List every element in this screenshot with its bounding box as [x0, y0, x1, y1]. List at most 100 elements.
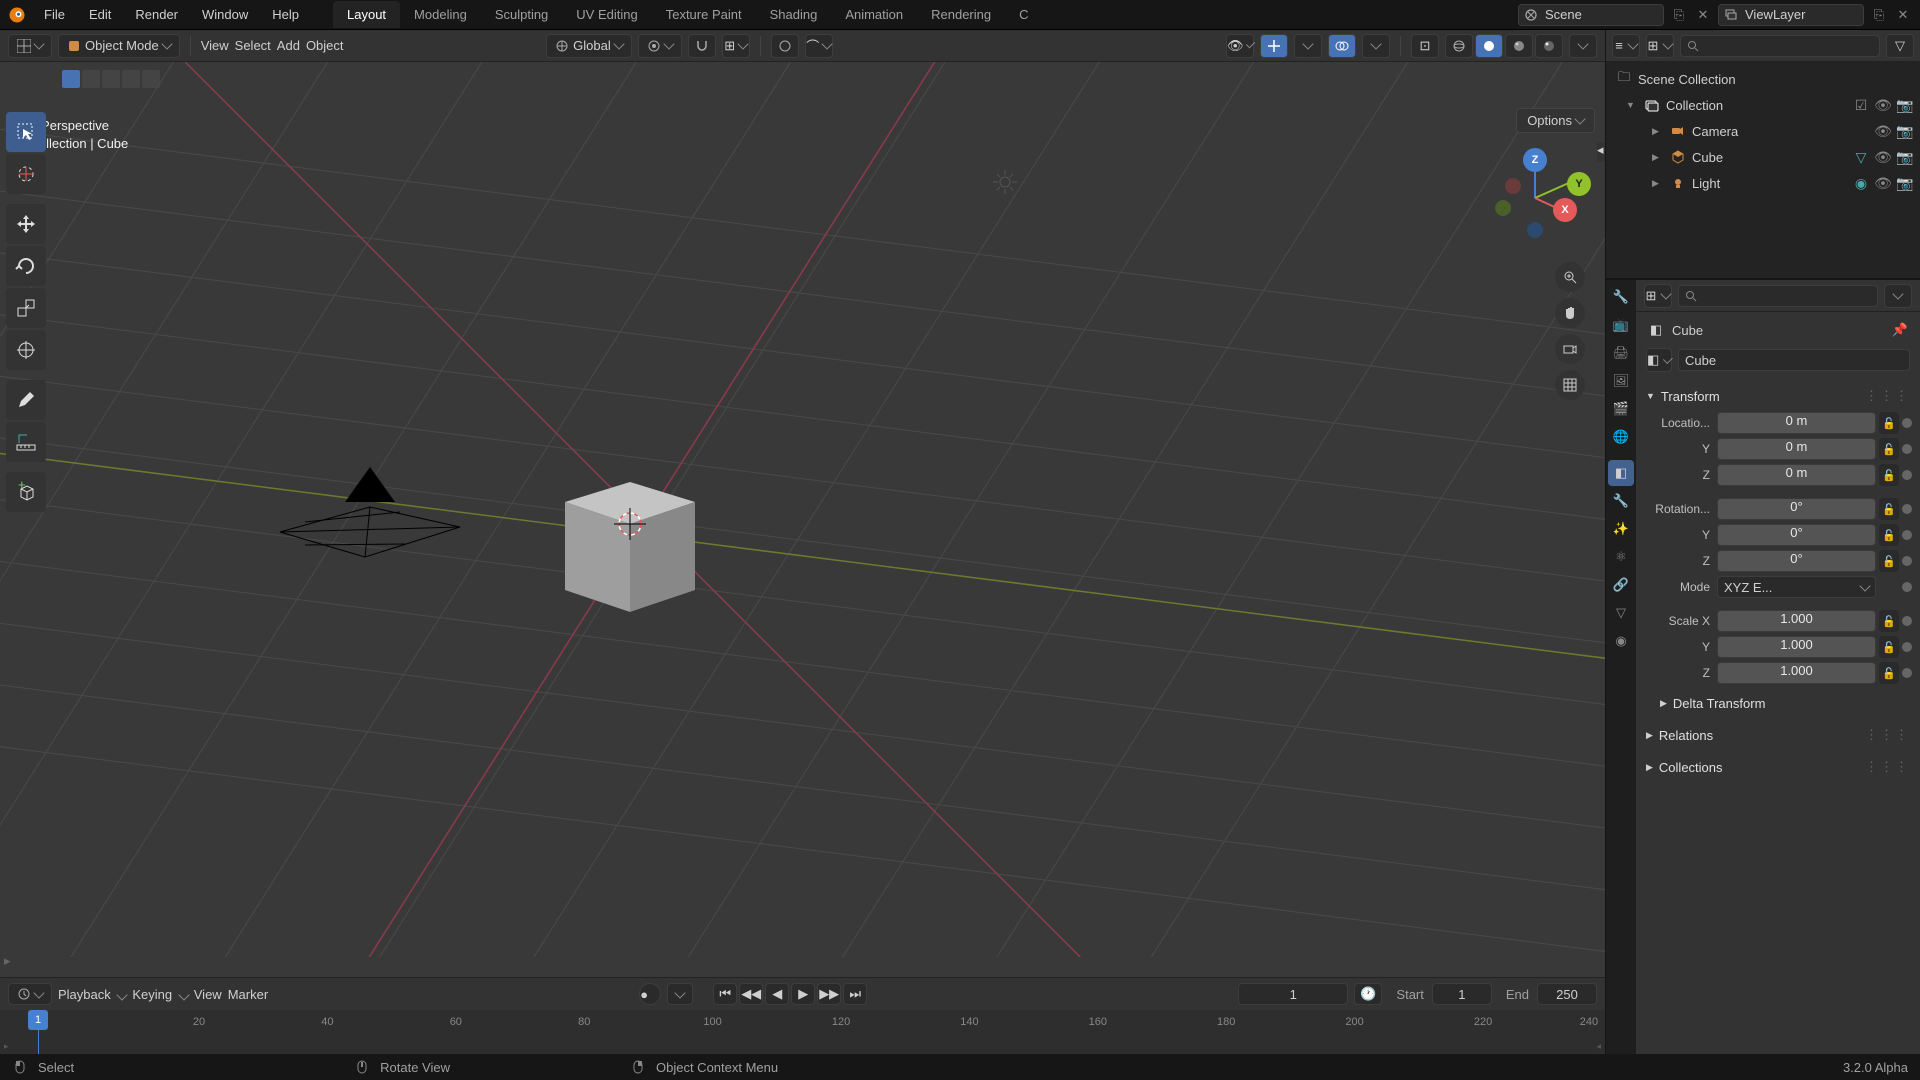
- viewport-select-menu[interactable]: Select: [235, 38, 271, 53]
- tab-sculpting[interactable]: Sculpting: [481, 1, 562, 28]
- lock-z[interactable]: 🔓: [1879, 464, 1899, 486]
- tab-uv-editing[interactable]: UV Editing: [562, 1, 651, 28]
- tab-data[interactable]: ▽: [1608, 600, 1634, 626]
- location-y-input[interactable]: 0 m: [1717, 438, 1876, 460]
- menu-edit[interactable]: Edit: [79, 3, 121, 26]
- ruler-handle-right[interactable]: ◂: [1596, 1041, 1601, 1052]
- tab-world[interactable]: 🌐: [1608, 424, 1634, 450]
- timeline-ruler[interactable]: 1 20 40 60 80 100 120 140 160 180 200 22…: [0, 1010, 1605, 1054]
- tool-scale[interactable]: [6, 288, 46, 328]
- overlays-dropdown[interactable]: [1362, 34, 1390, 58]
- rotation-mode-select[interactable]: XYZ E...: [1717, 576, 1876, 598]
- location-x-input[interactable]: 0 m: [1717, 412, 1876, 434]
- proportional-falloff[interactable]: ⌒: [805, 34, 833, 58]
- jump-end[interactable]: ⏭: [843, 983, 867, 1005]
- render-icon[interactable]: 📷: [1896, 174, 1914, 192]
- scale-z-input[interactable]: 1.000: [1717, 662, 1876, 684]
- scene-new-button[interactable]: ⎘: [1670, 6, 1688, 24]
- tab-scene[interactable]: 🎬: [1608, 396, 1634, 422]
- timeline-playback-menu[interactable]: Playback: [58, 987, 126, 1002]
- tool-transform[interactable]: [6, 330, 46, 370]
- viewlayer-delete-button[interactable]: ✕: [1894, 6, 1912, 24]
- timeline-view-menu[interactable]: View: [194, 987, 222, 1002]
- anim-sx[interactable]: [1902, 616, 1912, 626]
- visibility-button[interactable]: 👁: [1226, 34, 1254, 58]
- lock-sz[interactable]: 🔓: [1879, 662, 1899, 684]
- end-frame-input[interactable]: [1537, 983, 1597, 1005]
- menu-help[interactable]: Help: [262, 3, 309, 26]
- viewport-object-menu[interactable]: Object: [306, 38, 344, 53]
- outliner-type[interactable]: ≡: [1612, 34, 1640, 58]
- properties-options[interactable]: [1884, 284, 1912, 308]
- viewport-add-menu[interactable]: Add: [277, 38, 300, 53]
- eye-icon[interactable]: 👁: [1874, 122, 1892, 140]
- tool-rotate[interactable]: [6, 246, 46, 286]
- overlays-toggle[interactable]: [1328, 34, 1356, 58]
- lock-rx[interactable]: 🔓: [1879, 498, 1899, 520]
- tool-move[interactable]: [6, 204, 46, 244]
- snap-toggle[interactable]: [688, 34, 716, 58]
- shading-dropdown[interactable]: [1569, 34, 1597, 58]
- cube-row[interactable]: ▶ Cube ▽👁📷: [1606, 144, 1920, 170]
- anim-sz[interactable]: [1902, 668, 1912, 678]
- transform-header[interactable]: ▼Transform⋮⋮⋮: [1644, 382, 1912, 410]
- next-keyframe[interactable]: ▶▶: [817, 983, 841, 1005]
- render-icon[interactable]: 📷: [1896, 122, 1914, 140]
- eye-icon[interactable]: 👁: [1874, 174, 1892, 192]
- tab-animation[interactable]: Animation: [831, 1, 917, 28]
- tool-select[interactable]: [6, 112, 46, 152]
- lock-x[interactable]: 🔓: [1879, 412, 1899, 434]
- tab-constraints[interactable]: 🔗: [1608, 572, 1634, 598]
- checkbox-icon[interactable]: ☑: [1852, 96, 1870, 114]
- ruler-handle-left[interactable]: ▸: [4, 1041, 9, 1052]
- timeline-keying-menu[interactable]: Keying: [132, 987, 187, 1002]
- rotation-x-input[interactable]: 0°: [1717, 498, 1876, 520]
- current-frame-input[interactable]: [1238, 983, 1348, 1005]
- auto-keying-dd[interactable]: [667, 983, 693, 1005]
- pivot-select[interactable]: [638, 34, 682, 58]
- menu-render[interactable]: Render: [125, 3, 188, 26]
- play[interactable]: ▶: [791, 983, 815, 1005]
- snap-target[interactable]: ⊞: [722, 34, 750, 58]
- lock-sy[interactable]: 🔓: [1879, 636, 1899, 658]
- viewport-view-menu[interactable]: View: [201, 38, 229, 53]
- object-name-input[interactable]: [1678, 349, 1910, 371]
- anim-sy[interactable]: [1902, 642, 1912, 652]
- tool-annotate[interactable]: [6, 380, 46, 420]
- scene-input[interactable]: [1539, 7, 1659, 22]
- timeline-editor-type[interactable]: [8, 983, 52, 1005]
- light-data-icon[interactable]: ◉: [1852, 174, 1870, 192]
- location-z-input[interactable]: 0 m: [1717, 464, 1876, 486]
- outliner-filter[interactable]: ▽: [1886, 34, 1914, 58]
- shading-solid[interactable]: [1475, 34, 1503, 58]
- tree-arrow-icon[interactable]: ▼: [1626, 100, 1638, 110]
- tab-layout[interactable]: Layout: [333, 1, 400, 28]
- tab-modifiers[interactable]: 🔧: [1608, 488, 1634, 514]
- jump-start[interactable]: ⏮: [713, 983, 737, 1005]
- outliner-search[interactable]: [1680, 35, 1880, 57]
- cube-object[interactable]: [530, 442, 710, 622]
- tab-object[interactable]: ◧: [1608, 460, 1634, 486]
- mode-select[interactable]: Object Mode: [58, 34, 180, 58]
- eye-icon[interactable]: 👁: [1874, 96, 1892, 114]
- tab-material[interactable]: ◉: [1608, 628, 1634, 654]
- auto-keying[interactable]: ●: [639, 983, 661, 1005]
- scale-x-input[interactable]: 1.000: [1717, 610, 1876, 632]
- tab-rendering[interactable]: Rendering: [917, 1, 1005, 28]
- xray-toggle[interactable]: ⊡: [1411, 34, 1439, 58]
- anim-loc-y[interactable]: [1902, 444, 1912, 454]
- menu-file[interactable]: File: [34, 3, 75, 26]
- anim-rot-z[interactable]: [1902, 556, 1912, 566]
- object-data-link[interactable]: ◧: [1646, 348, 1672, 372]
- properties-type[interactable]: ⊞: [1644, 284, 1672, 308]
- scene-selector[interactable]: [1518, 4, 1664, 26]
- gizmos-toggle[interactable]: [1260, 34, 1288, 58]
- playhead[interactable]: 1: [28, 1010, 48, 1030]
- tab-modeling[interactable]: Modeling: [400, 1, 481, 28]
- light-row[interactable]: ▶ Light ◉👁📷: [1606, 170, 1920, 196]
- orientation-select[interactable]: Global: [546, 34, 632, 58]
- scene-collection-row[interactable]: 🗀 Scene Collection: [1606, 66, 1920, 92]
- lock-sx[interactable]: 🔓: [1879, 610, 1899, 632]
- tab-more[interactable]: C: [1005, 1, 1042, 28]
- tab-viewlayer[interactable]: 🖼: [1608, 368, 1634, 394]
